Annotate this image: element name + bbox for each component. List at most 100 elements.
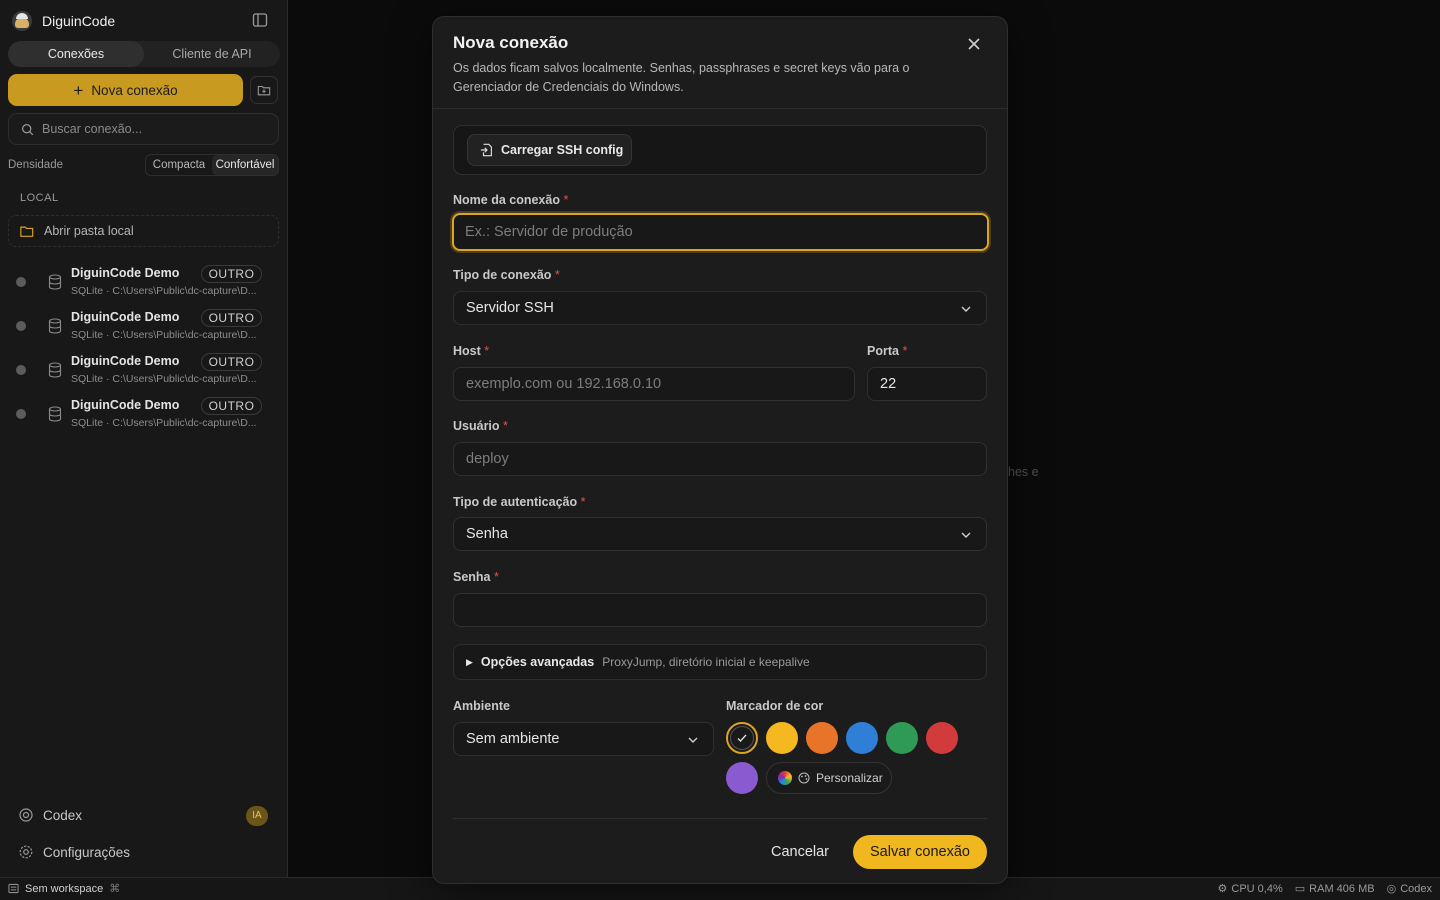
search-input[interactable] (42, 122, 262, 136)
folder-open-icon (20, 226, 34, 237)
auth-type-value: Senha (466, 526, 508, 542)
dialog-description: Os dados ficam salvos localmente. Senhas… (453, 61, 910, 94)
connection-name-field (452, 213, 989, 251)
port-input[interactable] (880, 376, 986, 392)
connection-path: SQLite · C:\Users\Public\dc-capture\D... (71, 329, 257, 341)
database-icon (48, 362, 62, 378)
density-toggle: Compacta Confortável (145, 154, 279, 176)
color-swatch-blue[interactable] (846, 722, 878, 754)
customize-color-button[interactable]: Personalizar (766, 762, 892, 794)
tab-conexoes[interactable]: Conexões (8, 41, 144, 67)
cpu-icon: ⚙ (1217, 883, 1228, 895)
app-name: DiguinCode (42, 13, 116, 29)
app-logo-icon (12, 11, 32, 31)
color-swatch-none[interactable] (726, 722, 758, 754)
advanced-options-toggle[interactable]: ▶ Opções avançadas ProxyJump, diretório … (453, 644, 987, 680)
color-swatch-yellow[interactable] (766, 722, 798, 754)
search-icon (22, 123, 34, 135)
environment-label: Ambiente (453, 699, 510, 713)
connection-name: DiguinCode Demo (71, 354, 180, 368)
sidebar-collapse-icon[interactable] (252, 12, 268, 28)
new-connection-label: Nova conexão (91, 82, 178, 98)
connection-item[interactable]: DiguinCode Demo OUTRO SQLite · C:\Users\… (0, 309, 288, 350)
color-swatch-green[interactable] (886, 722, 918, 754)
ram-icon: ▭ (1294, 883, 1306, 895)
codex-icon (19, 808, 33, 822)
density-control: Densidade Compacta Confortável (8, 154, 279, 176)
tab-cliente-api[interactable]: Cliente de API (144, 41, 280, 67)
password-label-text: Senha (453, 570, 491, 584)
ram-status: ▭ RAM 406 MB (1294, 882, 1375, 896)
brand: DiguinCode (12, 10, 115, 32)
password-input[interactable] (466, 602, 986, 618)
auth-type-select[interactable]: Senha (453, 517, 987, 551)
connection-type-label-text: Tipo de conexão (453, 268, 552, 282)
connection-type-select[interactable]: Servidor SSH (453, 291, 987, 325)
chevron-down-icon (961, 532, 971, 538)
required-mark: * (902, 344, 908, 358)
host-input[interactable] (466, 376, 854, 392)
password-field (453, 593, 987, 627)
color-marker-label: Marcador de cor (726, 699, 824, 713)
database-icon (48, 274, 62, 290)
new-connection-button[interactable]: + Nova conexão (8, 74, 243, 106)
required-mark: * (563, 193, 569, 207)
dialog-title: Nova conexão (453, 33, 569, 52)
user-label-text: Usuário (453, 419, 500, 433)
save-connection-button[interactable]: Salvar conexão (853, 835, 987, 869)
dialog-header: Nova conexão Os dados ficam salvos local… (433, 17, 1007, 109)
database-icon (48, 318, 62, 334)
connection-name: DiguinCode Demo (71, 310, 180, 324)
open-local-folder-label: Abrir pasta local (44, 224, 134, 238)
connection-item[interactable]: DiguinCode Demo OUTRO SQLite · C:\Users\… (0, 265, 288, 306)
connection-badge: OUTRO (201, 353, 262, 371)
density-confortavel[interactable]: Confortável (212, 155, 278, 175)
connection-name-input[interactable] (465, 224, 987, 240)
new-folder-button[interactable] (250, 76, 278, 104)
ssh-config-box: Carregar SSH config (453, 125, 987, 175)
close-icon[interactable] (965, 35, 983, 53)
settings-label: Configurações (43, 844, 131, 860)
open-local-folder-button[interactable]: Abrir pasta local (8, 215, 279, 247)
color-swatch-red[interactable] (926, 722, 958, 754)
user-input[interactable] (466, 451, 986, 467)
connection-search (8, 113, 279, 145)
chevron-down-icon (961, 306, 971, 312)
folder-plus-icon (257, 85, 271, 96)
connection-status-dot (16, 321, 26, 331)
load-ssh-config-button[interactable]: Carregar SSH config (467, 134, 632, 166)
user-label: Usuário * (453, 419, 508, 433)
color-wheel-icon (778, 771, 792, 785)
customize-label: Personalizar (816, 771, 883, 785)
ram-label: RAM 406 MB (1309, 882, 1375, 895)
connection-item[interactable]: DiguinCode Demo OUTRO SQLite · C:\Users\… (0, 397, 288, 438)
sidebar-item-codex[interactable]: Codex (18, 807, 82, 823)
connection-item[interactable]: DiguinCode Demo OUTRO SQLite · C:\Users\… (0, 353, 288, 394)
sidebar-item-settings[interactable]: Configurações (18, 844, 130, 860)
port-field (867, 367, 987, 401)
connection-name: DiguinCode Demo (71, 398, 180, 412)
cpu-status: ⚙ CPU 0,4% (1217, 882, 1283, 896)
database-icon (48, 406, 62, 422)
sidebar-tabs: Conexões Cliente de API (8, 41, 280, 67)
codex-status[interactable]: ◎ Codex (1387, 882, 1432, 896)
caret-right-icon: ▶ (466, 656, 473, 667)
sidebar: DiguinCode Conexões Cliente de API + Nov… (0, 0, 288, 877)
new-connection-dialog: Nova conexão Os dados ficam salvos local… (432, 16, 1008, 884)
density-compacta[interactable]: Compacta (146, 155, 212, 175)
color-swatch-orange[interactable] (806, 722, 838, 754)
footer-divider (453, 818, 987, 819)
cancel-button[interactable]: Cancelar (758, 835, 842, 869)
port-label-text: Porta (867, 344, 899, 358)
workspace-indicator[interactable]: Sem workspace ⌘ (8, 882, 120, 895)
codex-label: Codex (43, 807, 83, 823)
load-ssh-config-label: Carregar SSH config (501, 143, 624, 157)
color-swatch-purple[interactable] (726, 762, 758, 794)
auth-type-label-text: Tipo de autenticação (453, 495, 578, 509)
gear-icon (19, 845, 33, 859)
environment-select[interactable]: Sem ambiente (453, 722, 714, 756)
connection-status-dot (16, 277, 26, 287)
required-mark: * (494, 570, 499, 584)
palette-icon (798, 772, 810, 784)
user-field (453, 442, 987, 476)
